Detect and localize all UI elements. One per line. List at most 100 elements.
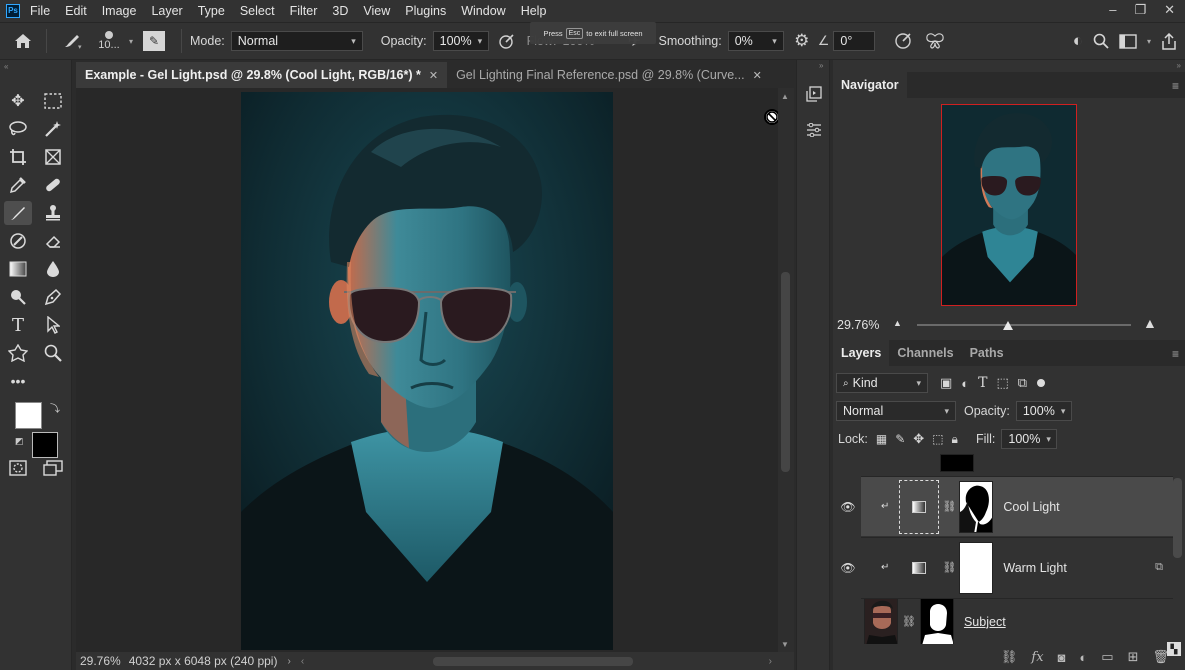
layer-mask-thumbnail[interactable] [959,480,994,533]
default-colors-icon[interactable]: ◩ [15,436,24,447]
minimize-icon[interactable]: – [1109,2,1116,18]
horizontal-scroll-thumb[interactable] [433,657,633,666]
mode-select[interactable]: Normal ▾ [230,31,363,51]
adjustments-panel-icon[interactable] [802,118,826,142]
chevron-down-icon[interactable]: ▾ [1147,37,1151,46]
frame-tool-icon[interactable] [39,145,67,169]
brush-settings-icon[interactable]: ✎ [143,31,166,51]
screen-mode-icon[interactable] [39,456,67,480]
tab-layers[interactable]: Layers [833,340,890,366]
quick-mask-icon[interactable] [4,456,32,480]
link-icon[interactable]: ⛓︎ [942,561,956,574]
link-icon[interactable]: ⛓︎ [902,615,916,628]
portrait-image[interactable] [241,92,613,650]
menu-3d[interactable]: 3D [332,4,348,18]
home-icon[interactable] [8,32,38,50]
layer-mask-thumbnail[interactable] [919,599,954,644]
zoom-out-icon[interactable]: ▲ [893,318,902,328]
scroll-up-icon[interactable]: ▲ [781,92,789,101]
tab-gel-lighting-reference[interactable]: Gel Lighting Final Reference.psd @ 29.8%… [447,62,771,88]
eyedropper-tool-icon[interactable] [4,173,32,197]
layer-warm-light[interactable]: 👁︎ ↵ ⛓︎ Warm Light ⧉ [840,537,1173,597]
link-layers-icon[interactable]: ⛓︎ [1001,649,1018,665]
layer-filter-select[interactable]: ⌕ Kind ▾ [836,373,928,393]
close-icon[interactable]: ✕ [429,69,438,82]
restore-icon[interactable]: ❐ [1134,2,1146,18]
filter-toggle-icon[interactable] [1037,379,1046,387]
vertical-scrollbar[interactable]: ▲ ▼ [778,88,794,652]
fill-field[interactable]: 100% ▾ [1001,429,1058,449]
navigator-zoom-slider[interactable] [917,324,1131,326]
close-icon[interactable]: ✕ [753,69,762,82]
close-icon[interactable]: ✕ [1164,2,1175,18]
shape-layer-filter-icon[interactable]: ⬚ [997,375,1009,391]
background-color-swatch[interactable] [32,432,58,458]
blend-mode-select[interactable]: Normal ▾ [836,401,956,421]
navigator-zoom-value[interactable]: 29.76% [837,318,879,332]
layer-cool-light[interactable]: 👁︎ ↵ ⛓︎ Cool Light [840,476,1173,536]
layer-mask-thumbnail[interactable] [959,541,994,594]
share-icon[interactable] [1161,32,1177,50]
brush-size-preset[interactable]: 10... [89,31,129,51]
menu-edit[interactable]: Edit [65,4,87,18]
history-panel-icon[interactable] [802,82,826,106]
lock-transparent-icon[interactable]: ▦ [876,432,887,446]
type-tool-icon[interactable]: T [4,313,32,337]
menu-file[interactable]: File [30,4,50,18]
scroll-right-icon[interactable]: › [769,656,772,667]
smoothing-field[interactable]: 0% ▾ [727,31,784,51]
more-tools-icon[interactable]: ••• [4,369,32,393]
scroll-thumb[interactable] [781,272,790,472]
brush-tool-icon[interactable] [4,201,32,225]
expand-panels-icon[interactable]: » [819,61,823,70]
tab-example-gel-light[interactable]: Example - Gel Light.psd @ 29.8% (Cool Li… [76,62,448,88]
custom-shape-tool-icon[interactable] [4,341,32,365]
healing-brush-tool-icon[interactable] [39,173,67,197]
marquee-tool-icon[interactable] [39,89,67,113]
menu-layer[interactable]: Layer [151,4,182,18]
gradient-tool-icon[interactable] [4,257,32,281]
new-group-icon[interactable]: ▭ [1101,649,1113,665]
angle-field[interactable]: 0° [833,31,876,51]
chevron-right-icon[interactable]: › [287,656,290,667]
menu-window[interactable]: Window [461,4,505,18]
adjustment-thumbnail[interactable] [899,541,939,595]
eraser-tool-icon[interactable] [39,229,67,253]
layer-opacity-field[interactable]: 100% ▾ [1015,401,1072,421]
search-icon[interactable] [1093,33,1109,49]
lock-position-icon[interactable]: ✥ [913,431,924,447]
clone-stamp-tool-icon[interactable] [39,201,67,225]
menu-select[interactable]: Select [240,4,275,18]
gear-icon[interactable]: ⚙ [788,31,816,51]
move-tool-icon[interactable]: ✥ [4,89,32,113]
layer-partial[interactable] [861,454,1173,474]
zoom-in-icon[interactable]: ▲ [1143,315,1157,331]
resize-grip-icon[interactable]: ▚ [1167,642,1181,656]
adjustment-layer-filter-icon[interactable]: ◐ [961,376,969,391]
panel-menu-icon[interactable]: ≡ [1172,347,1179,361]
history-brush-tool-icon[interactable] [4,229,32,253]
scroll-down-icon[interactable]: ▼ [781,640,789,649]
canvas-area[interactable] [76,88,778,652]
menu-help[interactable]: Help [521,4,547,18]
menu-filter[interactable]: Filter [290,4,318,18]
tab-paths[interactable]: Paths [962,340,1012,366]
brush-tool-preset-icon[interactable]: ▾ [55,32,89,50]
menu-image[interactable]: Image [102,4,137,18]
collapse-panel-icon[interactable]: « [4,62,8,71]
pressure-size-icon[interactable] [889,32,917,50]
zoom-tool-icon[interactable] [39,341,67,365]
navigator-thumbnail[interactable] [941,104,1077,306]
eye-icon[interactable]: 👁︎ [839,561,857,575]
layer-thumbnail[interactable] [864,599,898,644]
adjustment-thumbnail[interactable] [899,479,940,534]
object-selection-tool-icon[interactable] [39,117,67,141]
scroll-left-icon[interactable]: ‹ [301,656,304,667]
layers-scrollbar[interactable] [1173,478,1182,558]
symmetry-butterfly-icon[interactable] [921,32,949,50]
tab-navigator[interactable]: Navigator [833,72,907,98]
status-zoom[interactable]: 29.76% [80,654,121,668]
lock-image-icon[interactable]: ✎ [895,432,905,446]
add-mask-icon[interactable]: ◙ [1058,650,1066,665]
user-search-icon[interactable]: ◐ [1073,31,1083,51]
